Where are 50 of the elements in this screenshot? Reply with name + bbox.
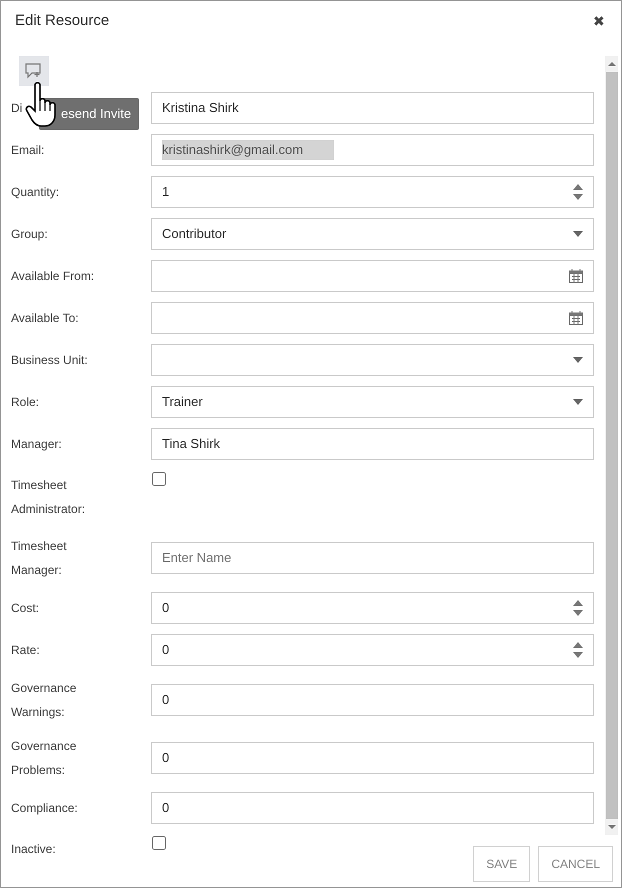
number-field[interactable]: 1	[151, 176, 594, 208]
field-label: Timesheet Administrator:	[11, 478, 86, 516]
field-label: Quantity:	[11, 185, 60, 199]
field-label: Group:	[11, 227, 48, 241]
save-button[interactable]: SAVE	[473, 846, 530, 882]
number-field[interactable]: 0	[151, 634, 594, 666]
number-field[interactable]: 0	[151, 592, 594, 624]
close-button[interactable]: ✖	[593, 14, 605, 28]
spinner-arrows-icon[interactable]	[573, 183, 583, 201]
text-field[interactable]: Tina Shirk	[151, 428, 594, 460]
checkbox[interactable]	[152, 836, 166, 850]
text-field[interactable]: 0	[151, 792, 594, 824]
dropdown-field[interactable]: Contributor	[151, 218, 594, 250]
text-field[interactable]: Enter Name	[151, 542, 594, 574]
field-label: Email:	[11, 143, 44, 157]
field-label: Di	[11, 101, 22, 115]
scroll-down-icon[interactable]	[608, 823, 616, 831]
checkbox[interactable]	[152, 472, 166, 486]
spinner-arrows-icon[interactable]	[573, 599, 583, 617]
text-field[interactable]: 0	[151, 742, 594, 774]
text-field[interactable]: 0	[151, 684, 594, 716]
email-field[interactable]: kristinashirk@gmail.com	[151, 134, 594, 166]
calendar-icon[interactable]	[569, 311, 583, 325]
scroll-up-icon[interactable]	[608, 60, 616, 68]
dropdown-caret-icon	[573, 231, 583, 237]
field-label: Available From:	[11, 269, 94, 283]
field-label: Rate:	[11, 643, 40, 657]
text-field[interactable]: Kristina Shirk	[151, 92, 594, 124]
calendar-icon[interactable]	[569, 269, 583, 283]
dropdown-field[interactable]: Trainer	[151, 386, 594, 418]
field-label: Compliance:	[11, 801, 78, 815]
dropdown-field[interactable]	[151, 344, 594, 376]
field-label: Inactive:	[11, 842, 56, 856]
field-label: Timesheet Manager:	[11, 539, 67, 577]
cancel-button[interactable]: CANCEL	[538, 846, 613, 882]
field-label: Manager:	[11, 437, 62, 451]
field-label: Business Unit:	[11, 353, 88, 367]
field-label: Governance Problems:	[11, 739, 76, 777]
field-label: Cost:	[11, 601, 40, 615]
dropdown-caret-icon	[573, 357, 583, 363]
spinner-arrows-icon[interactable]	[573, 641, 583, 659]
field-label: Role:	[11, 395, 40, 409]
add-comment-button[interactable]	[19, 56, 49, 86]
date-field[interactable]	[151, 260, 594, 292]
dialog-title: Edit Resource	[15, 10, 110, 31]
field-label: Available To:	[11, 311, 79, 325]
comment-plus-icon	[25, 63, 43, 79]
field-label: Governance Warnings:	[11, 681, 76, 719]
dropdown-caret-icon	[573, 399, 583, 405]
date-field[interactable]	[151, 302, 594, 334]
